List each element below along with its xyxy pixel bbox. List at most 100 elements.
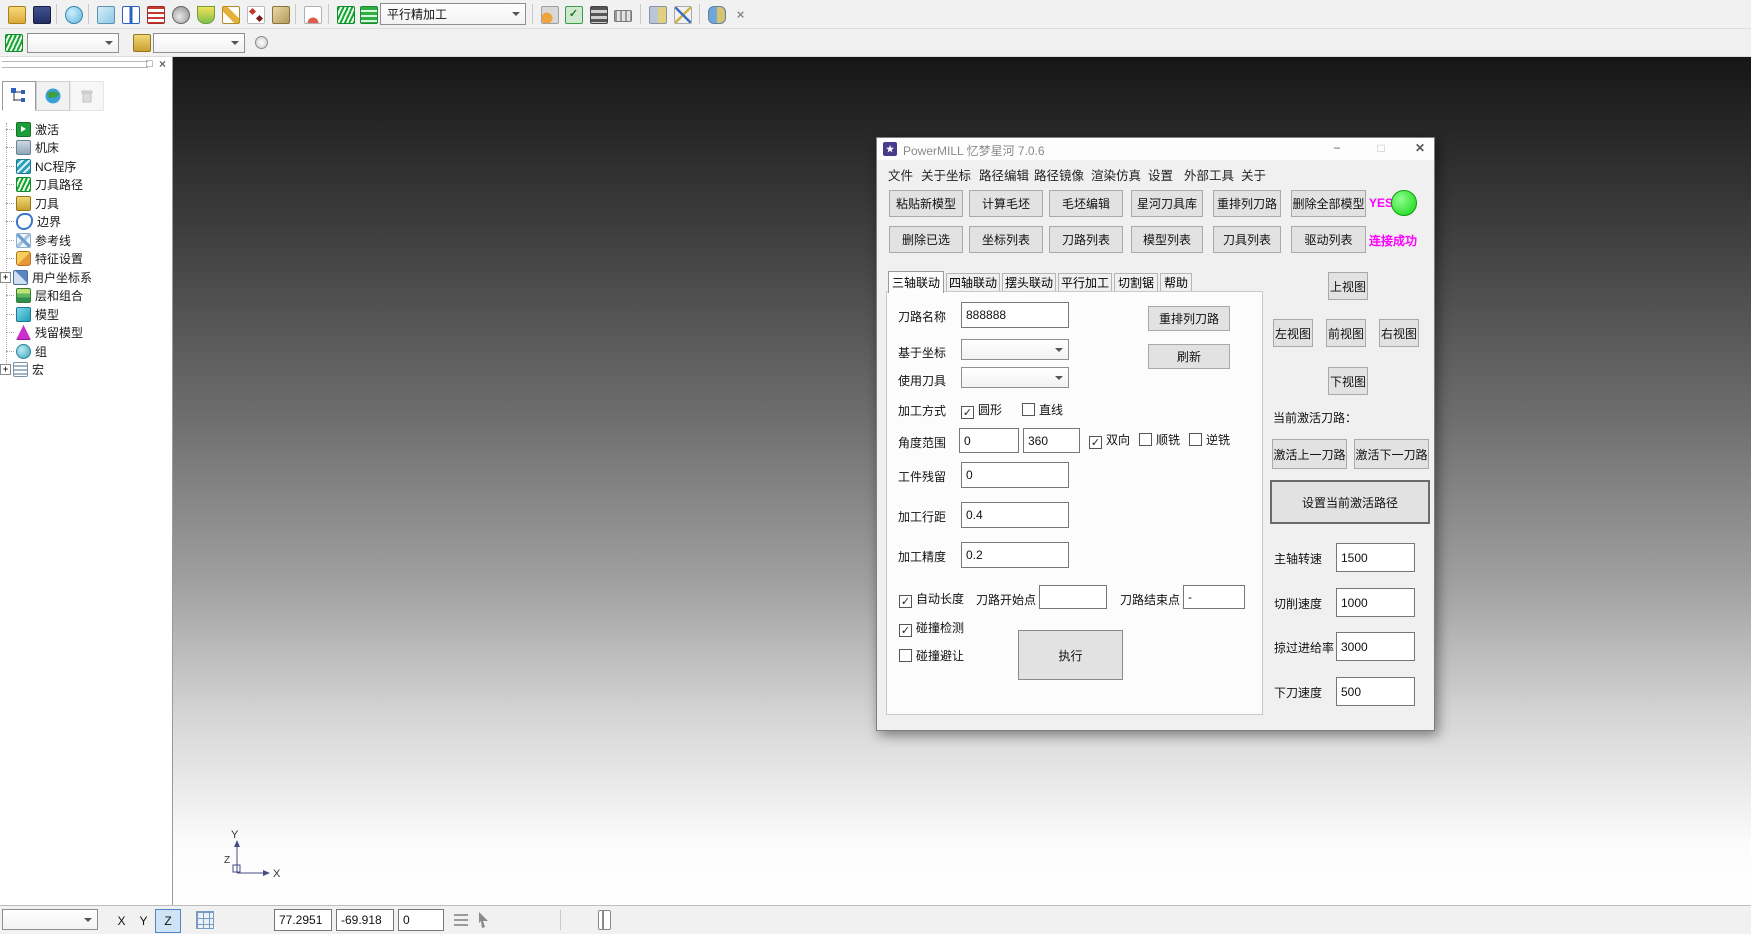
explorer-tab-trash[interactable]	[70, 81, 104, 111]
tree-item-stock-models[interactable]: 残留模型	[0, 324, 170, 342]
rearrange-toolpaths-button[interactable]: 重排列刀路	[1213, 190, 1281, 217]
toolpath-list-button[interactable]: 刀路列表	[1049, 226, 1123, 253]
maximize-button[interactable]: □	[1366, 141, 1396, 155]
tab-tilt-head[interactable]: 摆头联动	[1002, 273, 1056, 292]
menu-path-mirror[interactable]: 路径镜像	[1034, 165, 1084, 184]
strategy-list-icon[interactable]	[357, 3, 380, 26]
tree-item-groups[interactable]: 组	[0, 342, 170, 360]
spindle-speed-input[interactable]	[1336, 543, 1415, 572]
tree-item-levels-sets[interactable]: 层和组合	[0, 287, 170, 305]
tab-4axis[interactable]: 四轴联动	[946, 273, 1000, 292]
cursor-x-input[interactable]	[274, 909, 332, 931]
calculator-icon[interactable]	[587, 3, 610, 26]
tab-cut-saw[interactable]: 切割锯	[1114, 273, 1158, 292]
drive-list-button[interactable]: 驱动列表	[1291, 226, 1366, 253]
dialog-title-bar[interactable]: ★ PowerMILL 忆梦星河 7.0.6 − □ ✕	[877, 138, 1434, 160]
block-icon[interactable]	[94, 3, 117, 26]
refresh-button[interactable]: 刷新	[1148, 344, 1230, 369]
expand-icon[interactable]: +	[0, 364, 11, 375]
cursor-y-input[interactable]	[336, 909, 394, 931]
tree-item-feature-sets[interactable]: 特征设置	[0, 250, 170, 268]
panel-close-icon[interactable]: ×	[159, 57, 166, 71]
base-coord-combo[interactable]	[961, 339, 1069, 360]
bottom-view-button[interactable]: 下视图	[1328, 367, 1368, 395]
save-project-icon[interactable]	[30, 3, 53, 26]
delete-selected-button[interactable]: 删除已选	[889, 226, 963, 253]
toolpath-icon[interactable]	[334, 3, 357, 26]
tree-item-machine[interactable]: 机床	[0, 139, 170, 157]
cutting-feed-input[interactable]	[1336, 588, 1415, 617]
execute-button[interactable]: 执行	[1018, 630, 1123, 680]
tree-item-boundaries[interactable]: 边界	[0, 213, 170, 231]
menu-settings[interactable]: 设置	[1148, 165, 1173, 184]
tree-item-tools[interactable]: 刀具	[0, 194, 170, 212]
pattern-lines-icon[interactable]	[144, 3, 167, 26]
transform-axes-icon[interactable]	[671, 3, 694, 26]
stepover-input[interactable]	[961, 502, 1069, 528]
tree-item-macros[interactable]: +宏	[0, 361, 170, 379]
tree-item-nc-programs[interactable]: NC程序	[0, 157, 170, 175]
coord-list-button[interactable]: 坐标列表	[969, 226, 1043, 253]
use-tool-combo[interactable]	[961, 367, 1069, 388]
activate-prev-toolpath-button[interactable]: 激活上一刀路	[1272, 439, 1347, 469]
block-edit-button[interactable]: 毛坯编辑	[1049, 190, 1123, 217]
tool-list-button[interactable]: 刀具列表	[1213, 226, 1281, 253]
menu-external-tools[interactable]: 外部工具	[1184, 165, 1234, 184]
toolpath-icon[interactable]	[2, 31, 25, 54]
top-view-button[interactable]: 上视图	[1328, 272, 1368, 300]
angle-from-input[interactable]	[959, 428, 1019, 453]
left-view-button[interactable]: 左视图	[1273, 319, 1313, 347]
curve-editor-icon[interactable]	[219, 3, 242, 26]
toolbar-close-icon[interactable]: ×	[729, 3, 752, 26]
lightbulb-icon[interactable]	[250, 31, 273, 54]
tree-item-models[interactable]: 模型	[0, 305, 170, 323]
collision-check-checkbox[interactable]: ✓碰撞检测	[899, 619, 964, 637]
delete-all-models-button[interactable]: 删除全部模型	[1291, 190, 1366, 217]
tree-item-activate[interactable]: 激活	[0, 120, 170, 138]
phone-panel-icon[interactable]	[598, 910, 611, 930]
tolerance-input[interactable]	[961, 542, 1069, 568]
calc-block-button[interactable]: 计算毛坯	[969, 190, 1043, 217]
tab-help[interactable]: 帮助	[1160, 273, 1192, 292]
tool-library-button[interactable]: 星河刀具库	[1131, 190, 1203, 217]
explorer-tab-tree[interactable]	[2, 81, 36, 111]
bidirectional-checkbox[interactable]: ✓双向	[1089, 431, 1130, 449]
rearrange-button[interactable]: 重排列刀路	[1148, 306, 1230, 331]
toolpath-name-input[interactable]	[961, 302, 1069, 328]
minimize-button[interactable]: −	[1322, 141, 1352, 155]
tab-parallel[interactable]: 平行加工	[1058, 273, 1112, 292]
axis-z-button[interactable]: Z	[155, 909, 181, 933]
menu-render-sim[interactable]: 渲染仿真	[1091, 165, 1141, 184]
feature-path-icon[interactable]	[119, 3, 142, 26]
tool-pair-icon[interactable]	[646, 3, 669, 26]
auto-length-checkbox[interactable]: ✓自动长度	[899, 590, 964, 608]
panel-float-icon[interactable]: □	[146, 58, 153, 70]
circle-checkbox[interactable]: ✓圆形	[961, 401, 1002, 419]
open-project-icon[interactable]	[5, 3, 28, 26]
climb-mill-checkbox[interactable]: 顺铣	[1139, 431, 1180, 448]
tree-item-workplanes[interactable]: +用户坐标系	[0, 268, 170, 286]
set-active-path-button[interactable]: 设置当前激活路径	[1270, 480, 1430, 524]
collision-avoid-checkbox[interactable]: 碰撞避让	[899, 647, 964, 664]
list-options-icon[interactable]	[454, 914, 468, 926]
right-view-button[interactable]: 右视图	[1379, 319, 1419, 347]
points-icon[interactable]	[244, 3, 267, 26]
tree-item-patterns[interactable]: 参考线	[0, 231, 170, 249]
menu-about-coords[interactable]: 关于坐标	[921, 165, 971, 184]
panel-grip[interactable]	[2, 66, 148, 68]
shading-icon[interactable]	[62, 3, 85, 26]
skim-feed-input[interactable]	[1336, 632, 1415, 661]
tab-3axis[interactable]: 三轴联动	[888, 271, 944, 293]
end-point-input[interactable]	[1183, 585, 1245, 609]
angle-to-input[interactable]	[1023, 428, 1080, 453]
cylinder-pair-icon[interactable]	[705, 3, 728, 26]
menu-path-edit[interactable]: 路径编辑	[979, 165, 1029, 184]
toolpath-block-icon[interactable]	[269, 3, 292, 26]
front-view-button[interactable]: 前视图	[1326, 319, 1366, 347]
tree-item-toolpaths[interactable]: 刀具路径	[0, 176, 170, 194]
menu-about[interactable]: 关于	[1241, 165, 1266, 184]
grid-icon[interactable]	[196, 911, 214, 929]
plunge-feed-input[interactable]	[1336, 677, 1415, 706]
axis-x-button[interactable]: X	[110, 909, 133, 933]
start-point-input[interactable]	[1039, 585, 1107, 609]
